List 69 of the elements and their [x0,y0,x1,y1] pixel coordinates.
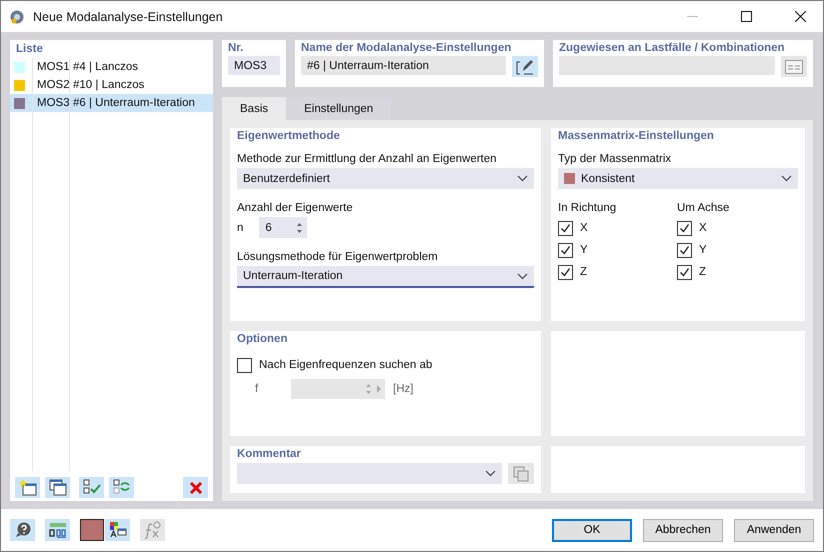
help-icon[interactable] [10,519,35,541]
new-window-icon[interactable] [15,477,40,498]
section-title: Massenmatrix-Einstellungen [558,130,715,142]
close-icon [794,11,806,22]
field-label: Name der Modalanalyse-Einstellungen [301,42,512,54]
list-item[interactable]: MOS2 #10 | Lanczos [10,76,213,94]
section-title: Kommentar [237,448,302,460]
method-dropdown[interactable]: Benutzerdefiniert [237,168,534,189]
minimize-icon [686,16,698,17]
field-label: Anzahl der Eigenwerte [237,202,353,214]
checkbox-label: X [699,222,707,234]
color-settings-icon[interactable] [105,519,130,541]
solver-dropdown[interactable]: Unterraum-Iteration [237,266,534,288]
color-swatch [564,173,575,184]
list-item[interactable]: MOS1 #4 | Lanczos [10,58,213,76]
field-label: Lösungsmethode für Eigenwertproblem [237,251,438,263]
chevron-down-icon [517,175,528,182]
chevron-down-icon [781,175,792,182]
spinner-arrows-icon[interactable] [296,222,304,234]
list-window-icon[interactable] [781,56,807,77]
symbol-label: n [237,222,244,234]
toggle-check-icon[interactable] [109,477,134,498]
checkbox[interactable] [558,264,573,280]
tab[interactable]: Basis [222,97,286,120]
section-title: Optionen [237,333,288,345]
checkbox[interactable] [677,264,692,280]
checkbox-label: Z [699,266,706,278]
dialog-button[interactable]: OK [552,518,632,542]
maximize-icon [740,11,752,22]
checkbox-label: X [580,222,588,234]
dialog-button[interactable]: Abbrechen [643,518,723,542]
list-item[interactable]: MOS3 #6 | Unterraum-Iteration [10,94,213,112]
tab[interactable]: Einstellungen [286,97,392,120]
checkbox-label: Y [580,244,588,256]
panel-title: Liste [15,42,44,57]
checkbox[interactable] [677,220,692,236]
assigned-field[interactable] [559,56,775,75]
chevron-down-icon [517,272,528,280]
copy-window-icon[interactable] [45,477,70,498]
gear-icon [9,8,25,24]
checkbox[interactable] [558,220,573,236]
field-label: Nr. [228,42,244,54]
checkbox-label: Y [699,244,707,256]
delete-icon[interactable] [183,477,208,498]
spinner-arrows-icon [365,383,381,395]
checkbox-label: Z [580,266,588,278]
mass-type-dropdown[interactable]: Konsistent [558,168,798,189]
edit-icon[interactable] [512,56,538,77]
name-field[interactable]: #6 | Unterraum-Iteration [301,56,506,75]
field-label: Typ der Massenmatrix [558,153,672,165]
check-all-icon[interactable] [79,477,104,498]
color-swatch-button[interactable] [80,519,104,541]
unit-label: [Hz] [393,383,414,395]
field-label: Methode zur Ermittlung der Anzahl an Eigenwerten [237,153,497,165]
column-label: In Richtung [558,202,618,214]
checkbox[interactable] [677,242,692,258]
window-title: Neue Modalanalyse-Einstellungen [33,10,224,24]
checkbox[interactable] [237,358,252,372]
chevron-down-icon [485,470,496,477]
column-label: Um Achse [677,202,730,214]
checkbox-label: Nach Eigenfrequenzen suchen ab [259,359,432,371]
decimal-format-icon[interactable] [45,519,70,541]
number-field[interactable]: MOS3 [228,56,280,75]
field-label: Zugewiesen an Lastfälle / Kombinationen [559,42,786,54]
count-spinbox[interactable]: 6 [259,217,308,238]
checkbox[interactable] [558,242,573,258]
symbol-label: f [255,383,260,395]
dialog-button[interactable]: Anwenden [734,518,814,542]
section-title: Eigenwertmethode [237,130,341,142]
